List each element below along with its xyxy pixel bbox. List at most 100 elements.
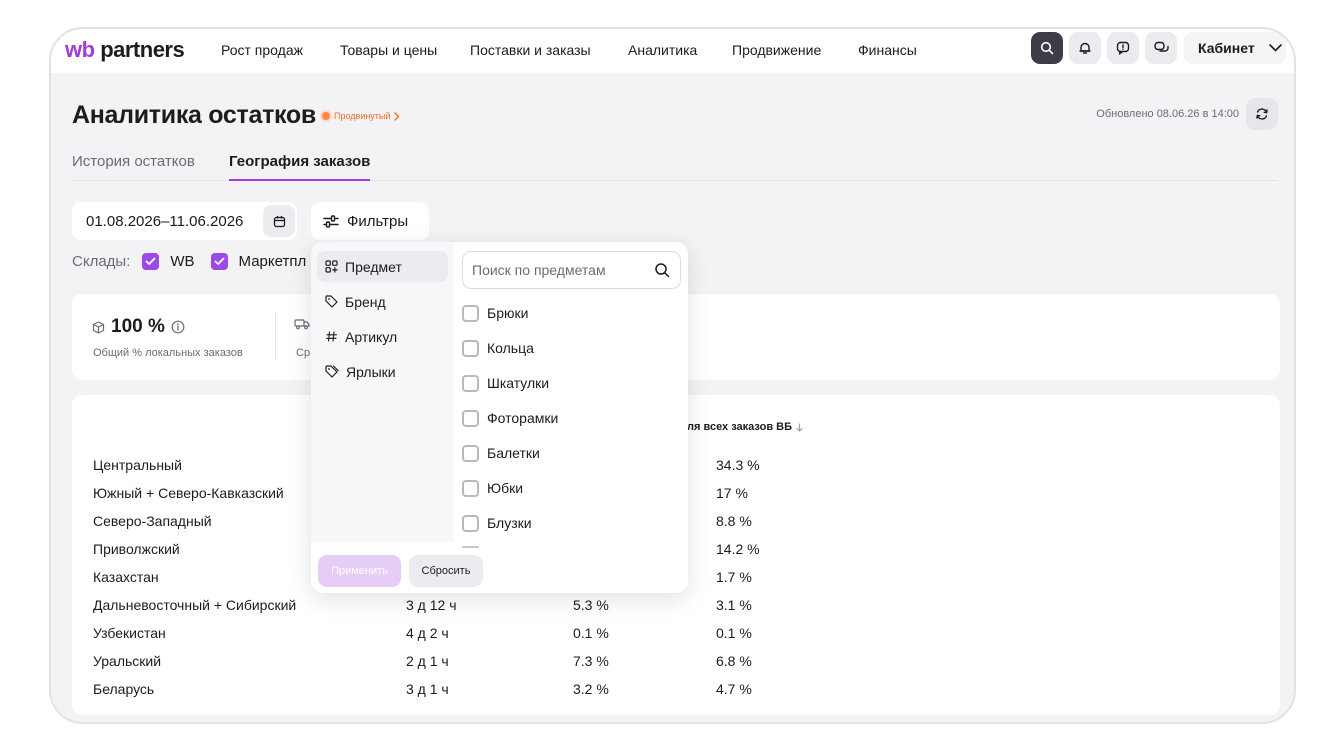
filter-category-subject[interactable]: Предмет [317, 251, 448, 282]
wb-share-cell: 4.7 % [716, 681, 752, 697]
kpi-divider [275, 312, 276, 360]
subject-option[interactable]: Шкатулки [462, 369, 672, 397]
reset-button[interactable]: Сбросить [409, 555, 483, 587]
filter-category-label: Предмет [345, 258, 402, 275]
delivery-time-cell: 3 д 1 ч [406, 681, 449, 697]
logo[interactable]: wb partners [65, 37, 185, 63]
info-icon[interactable] [171, 320, 185, 334]
search-icon [655, 263, 670, 278]
subject-search-field[interactable] [462, 251, 681, 289]
search-button[interactable] [1031, 32, 1063, 64]
calendar-button[interactable] [263, 205, 295, 237]
kpi-local-orders: 100 % [92, 316, 185, 338]
subject-option[interactable]: Блузки [462, 509, 672, 537]
local-share-cell: 3.2 % [573, 681, 609, 697]
date-range-value: 01.08.2026–11.06.2026 [86, 212, 244, 230]
bell-icon [1079, 42, 1091, 54]
region-cell: Приволжский [93, 541, 180, 557]
plan-badge[interactable]: Продвинутый [322, 111, 400, 121]
table-row: Беларусь 3 д 1 ч 3.2 % 4.7 % [72, 681, 1280, 709]
checkbox-checked-icon[interactable] [142, 253, 160, 270]
region-cell: Центральный [93, 457, 182, 473]
tab-orders-geography[interactable]: География заказов [229, 153, 371, 181]
refresh-button[interactable] [1246, 98, 1278, 130]
kpi-label: Общий % локальных заказов [93, 347, 243, 359]
wb-share-cell: 8.8 % [716, 513, 752, 529]
nav-item-supplies-orders[interactable]: Поставки и заказы [470, 42, 591, 58]
delivery-time-cell: 3 д 12 ч [406, 597, 457, 613]
filters-button[interactable]: Фильтры [311, 202, 429, 240]
table-row: Узбекистан 4 д 2 ч 0.1 % 0.1 % [72, 625, 1280, 653]
page-title: Аналитика остатков [72, 101, 316, 129]
logo-partners: partners [100, 37, 185, 62]
checkbox-empty-icon[interactable] [462, 339, 479, 357]
column-header-label: ля всех заказов ВБ [687, 421, 792, 433]
cabinet-menu[interactable]: Кабинет [1184, 32, 1286, 64]
nav-item-goods-prices[interactable]: Товары и цены [340, 42, 437, 58]
checkbox-empty-icon[interactable] [462, 444, 479, 462]
subject-option-label: Балетки [487, 445, 540, 461]
checkbox-empty-icon[interactable] [462, 479, 479, 497]
subject-option-label: Брюки [487, 305, 529, 321]
filter-category-labels[interactable]: Ярлыки [317, 356, 448, 387]
subject-option[interactable]: Юбки [462, 474, 672, 502]
filter-category-brand[interactable]: Бренд [317, 286, 448, 317]
delivery-time-cell: 2 д 1 ч [406, 653, 449, 669]
nav-item-finance[interactable]: Финансы [858, 42, 917, 58]
search-icon [1040, 41, 1054, 55]
refresh-icon [1256, 108, 1268, 120]
truck-icon [294, 319, 310, 330]
subject-option[interactable]: Кольца [462, 334, 672, 362]
nav-item-sales-growth[interactable]: Рост продаж [221, 42, 303, 58]
subject-search-input[interactable] [472, 262, 647, 278]
table-row: Дальневосточный + Сибирский 3 д 12 ч 5.3 %… [72, 597, 1280, 625]
filter-category-article[interactable]: Артикул [317, 321, 448, 352]
region-cell: Южный + Северо-Кавказский [93, 485, 284, 501]
region-cell: Северо-Западный [93, 513, 212, 529]
checkbox-checked-icon[interactable] [210, 253, 228, 270]
delivery-time-cell: 4 д 2 ч [406, 625, 449, 641]
wb-share-cell: 17 % [716, 485, 748, 501]
nav-item-promotion[interactable]: Продвижение [732, 42, 821, 58]
badge-label: Продвинутый [334, 111, 391, 121]
apply-button[interactable]: Применить [318, 555, 401, 587]
subject-option[interactable]: Брюки [462, 299, 672, 327]
subject-option-label: Шкатулки [487, 375, 550, 391]
notifications-button[interactable] [1069, 32, 1101, 64]
filters-label: Фильтры [347, 212, 409, 230]
local-share-cell: 7.3 % [573, 653, 609, 669]
chat-button[interactable] [1145, 32, 1177, 64]
tags-icon [325, 365, 339, 378]
tab-stock-history[interactable]: История остатков [72, 153, 195, 181]
region-cell: Казахстан [93, 569, 159, 585]
date-range-field[interactable]: 01.08.2026–11.06.2026 [72, 202, 297, 240]
wb-share-cell: 0.1 % [716, 625, 752, 641]
checkbox-empty-icon[interactable] [462, 304, 479, 322]
subject-option[interactable]: Балетки [462, 439, 672, 467]
nav-item-analytics[interactable]: Аналитика [628, 42, 697, 58]
region-cell: Беларусь [93, 681, 155, 697]
warehouse-wb[interactable]: WB [142, 253, 195, 270]
hash-icon [325, 331, 338, 342]
chat-icon [1153, 41, 1169, 52]
warehouse-marketplace[interactable]: Маркетпл [210, 253, 306, 270]
top-navbar: wb partners Рост продаж Товары и цены По… [51, 29, 1294, 73]
subject-option-label: Кольца [487, 340, 534, 356]
column-header-wb-share[interactable]: ля всех заказов ВБ [687, 421, 803, 433]
region-cell: Уральский [93, 653, 162, 669]
tag-icon [325, 295, 338, 308]
table-row: Уральский 2 д 1 ч 7.3 % 6.8 % [72, 653, 1280, 681]
checkbox-empty-icon[interactable] [462, 374, 479, 392]
feedback-button[interactable] [1107, 32, 1139, 64]
checkbox-empty-icon[interactable] [462, 514, 479, 532]
checkbox-empty-icon[interactable] [462, 409, 479, 427]
local-share-cell: 5.3 % [573, 597, 609, 613]
chevron-right-icon [394, 111, 400, 121]
feedback-icon [1116, 41, 1130, 55]
subject-option[interactable]: Фоторамки [462, 404, 672, 432]
chevron-down-icon [1268, 44, 1282, 52]
kpi-secondary-label: Ср [296, 347, 311, 359]
filters-popup: Предмет Бренд Артикул Ярлыки Брюки Кольца… [311, 242, 688, 593]
wb-share-cell: 1.7 % [716, 569, 752, 585]
box-icon [92, 320, 105, 334]
